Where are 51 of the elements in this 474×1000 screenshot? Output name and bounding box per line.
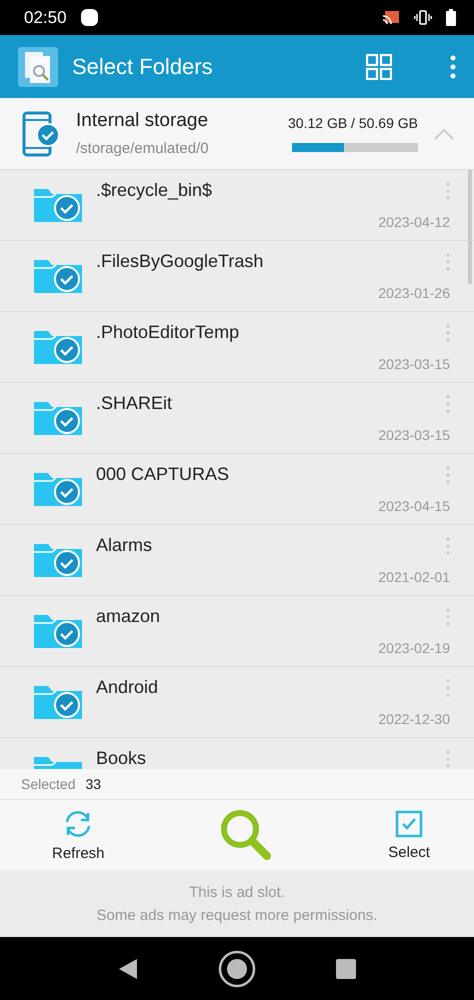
folder-check-icon[interactable]	[34, 470, 82, 506]
vibrate-icon	[414, 10, 432, 25]
cast-icon	[382, 10, 400, 25]
folder-check-icon[interactable]	[34, 399, 82, 435]
folder-date: 2023-02-19	[378, 640, 450, 656]
folder-name: .$recycle_bin$	[96, 180, 212, 200]
folder-name: .FilesByGoogleTrash	[96, 251, 264, 271]
folder-date: 2023-03-15	[378, 427, 450, 443]
folder-date: 2023-04-15	[378, 498, 450, 514]
storage-path: /storage/emulated/0	[76, 140, 210, 157]
folder-name: Android	[96, 677, 158, 697]
phone-check-icon[interactable]	[22, 110, 60, 156]
app-logo-icon	[18, 46, 58, 86]
grid-view-icon[interactable]	[366, 54, 392, 80]
notification-icon	[80, 9, 98, 26]
folder-check-icon[interactable]	[34, 186, 82, 222]
folder-name: Alarms	[96, 535, 152, 555]
folder-date: 2023-04-12	[378, 214, 450, 230]
status-time: 02:50	[24, 8, 67, 28]
storage-usage: 30.12 GB / 50.69 GB	[288, 115, 418, 131]
folder-date: 2021-02-01	[378, 569, 450, 585]
ad-text: Some ads may request more permissions.	[96, 906, 378, 924]
folder-name: .SHAREit	[96, 393, 172, 413]
folder-date: 2023-01-26	[378, 285, 450, 301]
checkbox-icon	[395, 810, 424, 838]
app-title: Select Folders	[72, 54, 214, 80]
selected-label: Selected	[21, 776, 76, 792]
folder-check-icon[interactable]	[34, 257, 82, 293]
search-icon	[219, 808, 274, 862]
refresh-button[interactable]: Refresh	[52, 808, 105, 862]
home-icon[interactable]	[218, 950, 256, 988]
ad-text: This is ad slot.	[189, 884, 285, 900]
folder-name: .PhotoEditorTemp	[96, 322, 240, 342]
back-icon[interactable]	[118, 958, 138, 980]
folder-name: amazon	[96, 606, 160, 626]
battery-icon	[446, 9, 456, 26]
select-button[interactable]: Select	[388, 810, 430, 860]
storage-name: Internal storage	[76, 110, 210, 132]
folder-name: Books	[96, 748, 146, 768]
recents-icon[interactable]	[336, 958, 356, 978]
folder-check-icon[interactable]	[34, 541, 82, 577]
folder-check-icon[interactable]	[34, 328, 82, 364]
scrollbar[interactable]	[468, 170, 472, 284]
folder-date: 2023-03-15	[378, 356, 450, 372]
folder-check-icon[interactable]	[34, 683, 82, 719]
selected-count: 33	[85, 776, 102, 792]
overflow-menu-icon[interactable]	[450, 54, 456, 78]
folder-date: 2022-12-30	[378, 711, 450, 727]
folder-name: 000 CAPTURAS	[96, 464, 230, 484]
search-button[interactable]	[219, 808, 274, 862]
folder-check-icon[interactable]	[34, 612, 82, 648]
